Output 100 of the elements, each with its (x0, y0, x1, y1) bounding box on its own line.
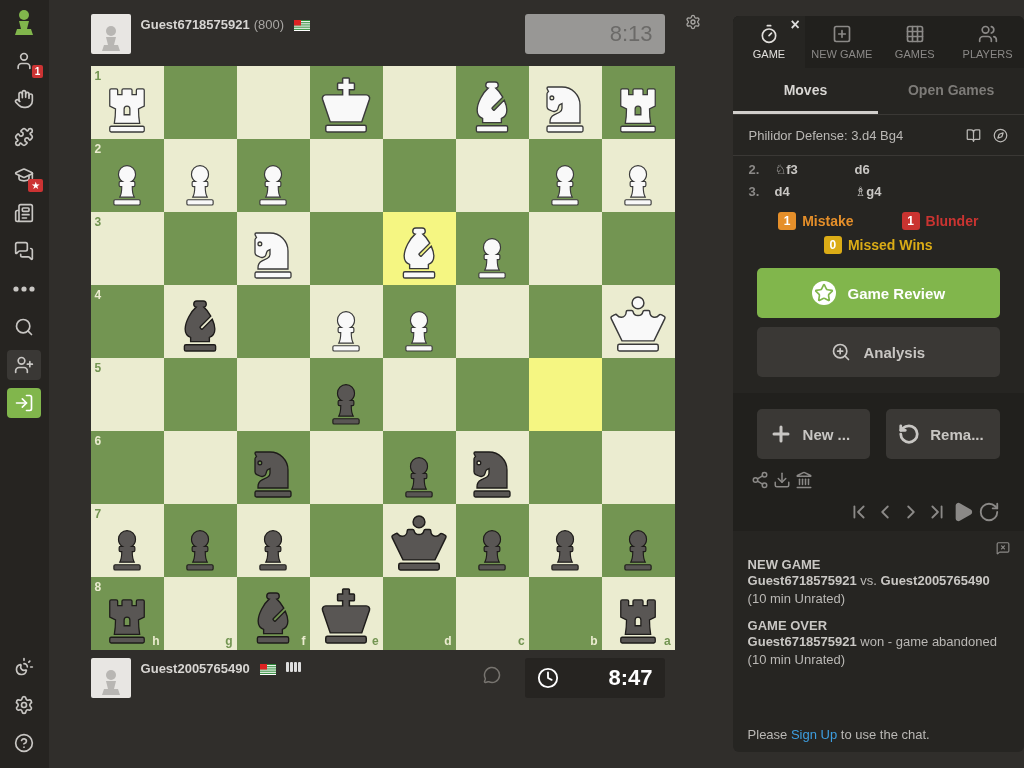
nav-tab[interactable]: NEW GAME (805, 16, 879, 68)
player-name[interactable]: Guest6718575921 (140, 17, 250, 32)
library-icon[interactable] (794, 471, 813, 489)
board-square[interactable] (309, 66, 383, 139)
file-label: b (590, 634, 598, 648)
message-text: Guest6718575921 won - game abandoned (10 min Unrated) (747, 633, 998, 669)
move[interactable]: ♘f3 (774, 161, 855, 177)
board-square[interactable]: 3 (90, 212, 164, 285)
chat-icon[interactable] (482, 666, 501, 684)
board-square[interactable]: c (455, 577, 529, 650)
board-square[interactable]: 6 (90, 431, 164, 504)
sidebar-item[interactable] (7, 388, 42, 418)
analysis-button[interactable]: Analysis (756, 327, 1000, 377)
rematch-icon (898, 423, 921, 445)
share-icon[interactable] (750, 471, 769, 489)
more-icon (13, 286, 36, 292)
avatar-placeholder (90, 14, 131, 54)
message-text: Guest6718575921 vs. Guest2005765490 (10 min Unrated) (747, 572, 991, 608)
board-square[interactable] (236, 504, 310, 577)
game-review-button[interactable]: Game Review (756, 268, 1000, 318)
login-icon (14, 393, 35, 413)
board-square[interactable] (601, 285, 675, 358)
book-icon[interactable] (966, 127, 981, 143)
summary-label: Mistake (802, 213, 854, 229)
move[interactable]: d4 (774, 183, 855, 199)
board-square[interactable]: f (236, 577, 310, 650)
player-name[interactable]: Guest2005765490 (140, 661, 250, 676)
close-button[interactable]: × (790, 16, 800, 34)
board-square[interactable]: 4 (90, 285, 164, 358)
board-square[interactable]: a (601, 577, 675, 650)
rematch-button[interactable]: Rema... (886, 409, 1000, 459)
board-square[interactable] (382, 212, 456, 285)
board-square[interactable] (601, 66, 675, 139)
add-friend-icon (14, 355, 35, 375)
sidebar-item[interactable]: 1 (7, 46, 42, 76)
users-icon (977, 24, 998, 44)
connection-icon (285, 662, 301, 672)
count-badge: 1 (901, 212, 920, 230)
board-square[interactable]: b (528, 577, 602, 650)
count-badge: 1 (778, 212, 797, 230)
rank-label: 5 (94, 361, 102, 375)
board-square[interactable] (455, 431, 529, 504)
nav-tab[interactable]: GAMES (878, 16, 952, 68)
help-icon[interactable] (14, 733, 35, 753)
rank-label: 8 (94, 580, 102, 594)
sidebar-item[interactable]: ★ (7, 160, 42, 190)
stopwatch-icon (759, 24, 779, 44)
chat-notice: Please Sign Up to use the chat. (747, 727, 931, 742)
file-label: h (152, 634, 160, 648)
board-square[interactable] (382, 285, 456, 358)
newspaper-icon (14, 203, 35, 223)
opening-name: Philidor Defense: 3.d4 Bg4 (748, 127, 905, 143)
new-game-button[interactable]: New ... (756, 409, 871, 459)
board-square[interactable]: 8 h (90, 577, 164, 650)
compass-icon[interactable] (993, 127, 1008, 143)
nav-tab[interactable]: PLAYERS (951, 16, 1024, 68)
notification-badge: 1 (31, 65, 44, 78)
board-square[interactable]: 1 (90, 66, 164, 139)
search-icon (14, 317, 35, 337)
grid-icon (904, 24, 925, 44)
hand-icon (14, 89, 35, 109)
chat-close-icon[interactable] (996, 541, 1010, 555)
move[interactable]: d6 (854, 161, 935, 177)
sidebar-item[interactable] (7, 350, 42, 380)
board-square[interactable]: 5 (90, 358, 164, 431)
settings-icon[interactable] (14, 695, 35, 715)
flag-icon (294, 20, 311, 31)
board-square[interactable]: d (382, 577, 456, 650)
board-square[interactable] (163, 285, 237, 358)
puzzle-icon (14, 127, 35, 147)
sub-tab[interactable]: Open Games (878, 68, 1024, 114)
file-label: e (371, 634, 379, 648)
queen-icon[interactable] (611, 296, 666, 351)
board-square[interactable] (528, 504, 602, 577)
board-square[interactable]: e (309, 577, 383, 650)
chat-bubbles-icon (14, 241, 35, 261)
download-icon[interactable] (772, 471, 791, 489)
sign-up-link[interactable]: Sign Up (790, 727, 838, 742)
board-square[interactable]: 7 (90, 504, 164, 577)
board-square[interactable] (455, 212, 529, 285)
theme-icon[interactable] (14, 657, 35, 677)
board-square[interactable] (528, 139, 602, 212)
magnifier-icon (831, 342, 852, 362)
board-square[interactable] (455, 66, 529, 139)
move-number: 3. (748, 183, 761, 199)
board-square[interactable]: g (163, 577, 237, 650)
settings-icon[interactable] (684, 14, 701, 30)
queen-icon[interactable] (392, 515, 447, 570)
message-title: GAME OVER (747, 618, 829, 633)
move[interactable]: ♗g4 (854, 183, 935, 199)
board-square[interactable] (236, 139, 310, 212)
star-icon (811, 281, 836, 305)
clock-time: 8:47 (608, 665, 653, 691)
flip-icon[interactable] (978, 501, 1000, 523)
sub-tab[interactable]: Moves (732, 68, 879, 114)
notification-badge: ★ (28, 179, 44, 192)
board-square[interactable]: 2 (90, 139, 164, 212)
board-square[interactable] (382, 504, 456, 577)
summary-label: Blunder (925, 213, 979, 229)
file-label: g (225, 634, 233, 648)
